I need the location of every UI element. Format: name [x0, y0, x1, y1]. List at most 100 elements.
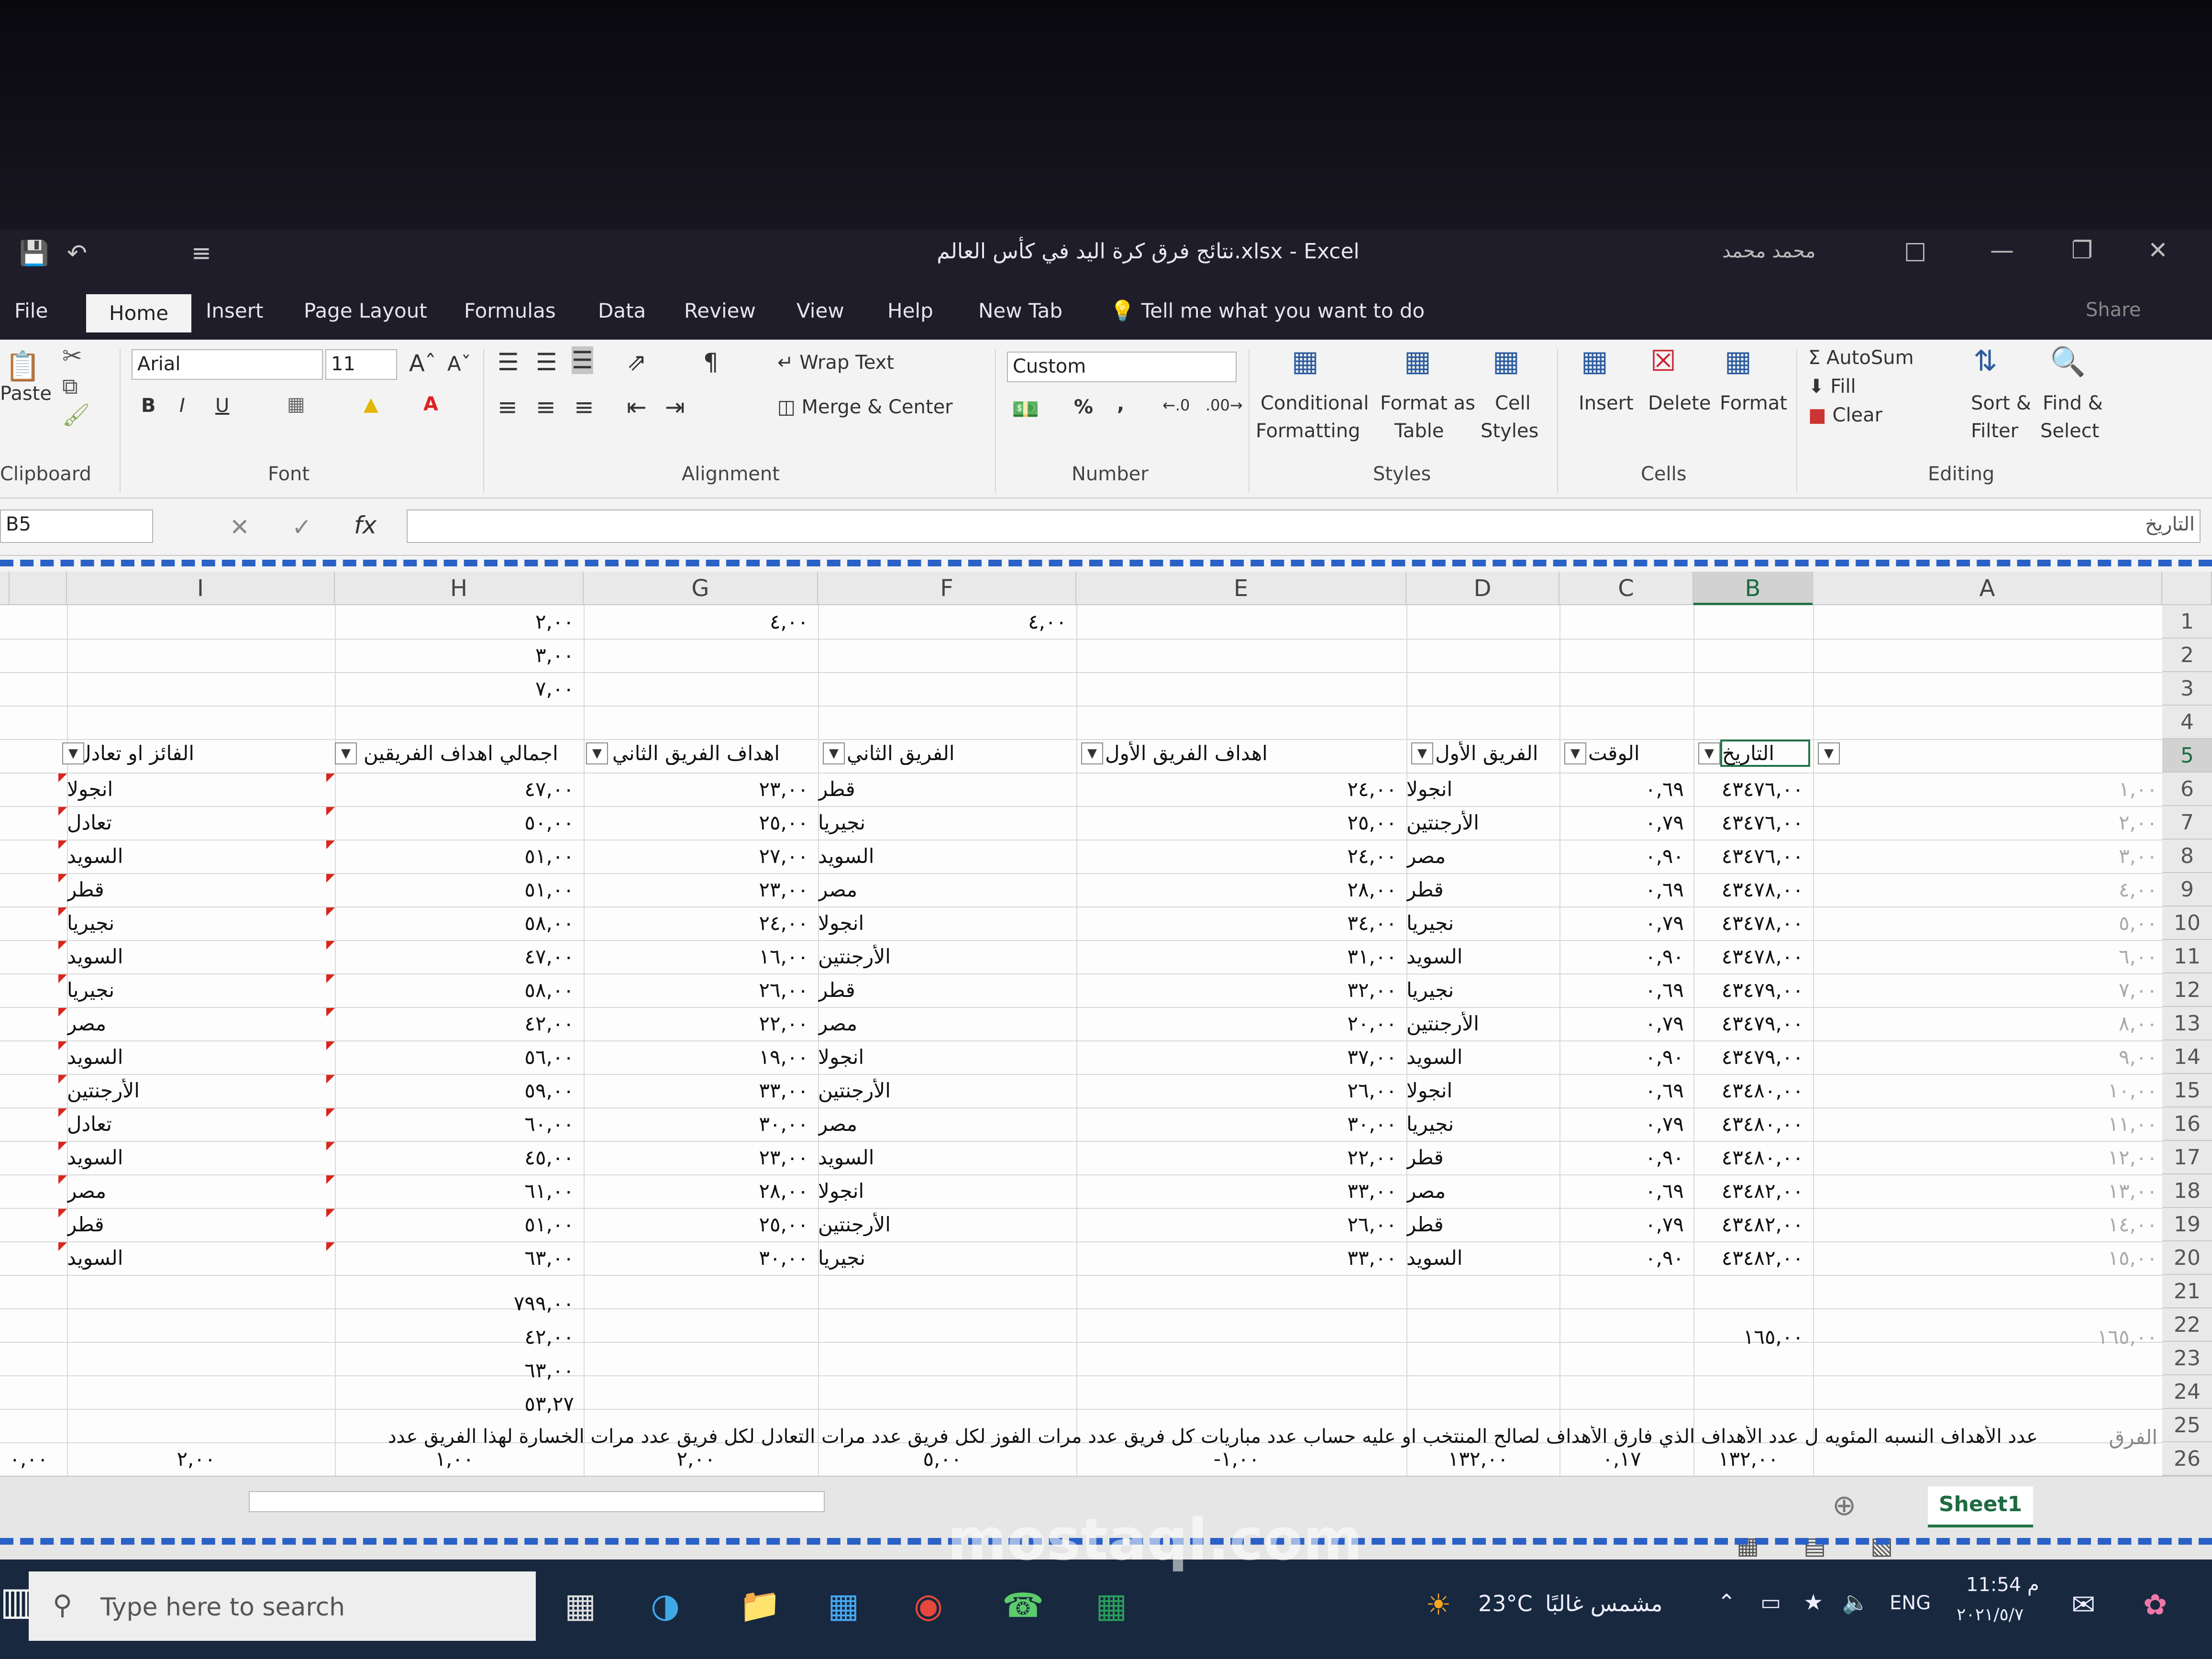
cell-a[interactable]: ١١,٠٠ — [2004, 1112, 2157, 1136]
header-date[interactable]: التاريخ — [1720, 740, 1810, 767]
cell-g[interactable]: ١٩,٠٠ — [584, 1045, 808, 1069]
cell-e[interactable]: ٢٢,٠٠ — [1076, 1146, 1397, 1169]
delete-cells-icon[interactable]: ☒ — [1650, 344, 1676, 378]
copy-icon[interactable]: ⧉ — [62, 373, 78, 400]
cell-b[interactable]: ٤٣٤٧٩,٠٠ — [1693, 1012, 1803, 1035]
cell-b[interactable]: ٤٣٤٧٩,٠٠ — [1693, 1045, 1803, 1069]
taskbar-search-box[interactable]: ⚲ Type here to search — [29, 1571, 536, 1641]
cell-c[interactable]: ٠,٧٩ — [1559, 1012, 1684, 1035]
cell-a[interactable]: ١,٠٠ — [2004, 777, 2157, 801]
row-header[interactable]: 25 — [2162, 1409, 2212, 1442]
tab-home[interactable]: Home — [86, 294, 192, 332]
cell-i[interactable]: مصر — [67, 1012, 325, 1035]
decrease-font-icon[interactable]: Aˇ — [447, 352, 471, 376]
comment-indicator[interactable] — [58, 1142, 67, 1150]
cell-row26[interactable]: ٠,١٧ — [1559, 1447, 1684, 1471]
cell-e[interactable]: ٢٥,٠٠ — [1076, 811, 1397, 834]
name-box[interactable]: B5 — [0, 509, 153, 543]
cancel-icon[interactable]: ✕ — [230, 513, 250, 541]
sort-filter-label-2[interactable]: Filter — [1971, 420, 2018, 442]
row-header[interactable]: 9 — [2162, 873, 2212, 907]
cell-i[interactable]: السويد — [67, 945, 325, 968]
cell-c[interactable]: ٠,٦٩ — [1559, 1079, 1684, 1102]
cell-d[interactable]: السويد — [1406, 1045, 1550, 1069]
align-right-icon[interactable]: ≡ — [574, 393, 594, 421]
borders-icon[interactable]: ▦ — [287, 393, 305, 415]
row-header[interactable]: 14 — [2162, 1040, 2212, 1074]
filter-dropdown-c[interactable]: ▼ — [1564, 742, 1586, 764]
cut-icon[interactable]: ✂ — [62, 342, 82, 370]
cell-b[interactable]: ٤٣٤٨٠,٠٠ — [1693, 1079, 1803, 1102]
row-header[interactable]: 3 — [2162, 672, 2212, 706]
cell-h[interactable]: ٥٠,٠٠ — [335, 811, 574, 834]
cell-f[interactable]: الأرجنتين — [818, 1213, 1067, 1236]
clear-button[interactable]: ■ Clear — [1808, 404, 1882, 426]
comment-indicator[interactable] — [58, 841, 67, 849]
column-header-a[interactable]: A — [1813, 572, 2162, 605]
column-header-g[interactable]: G — [584, 572, 818, 605]
cell-row26[interactable]: ١٣٢,٠٠ — [1693, 1447, 1803, 1471]
cell-f[interactable]: السويد — [818, 844, 1067, 868]
cell-e[interactable]: ٢٦,٠٠ — [1076, 1213, 1397, 1236]
save-icon[interactable]: 💾 — [19, 239, 49, 267]
tab-formulas[interactable]: Formulas — [464, 299, 556, 322]
cell-h24[interactable]: ٥٣,٢٧ — [335, 1392, 574, 1416]
cell-c[interactable]: ٠,٦٩ — [1559, 978, 1684, 1002]
cell-a[interactable]: ٢,٠٠ — [2004, 811, 2157, 834]
row-header[interactable]: 19 — [2162, 1208, 2212, 1241]
insert-cells-label[interactable]: Insert — [1579, 392, 1634, 414]
cell-d[interactable]: نجيريا — [1406, 1112, 1550, 1136]
increase-font-icon[interactable]: Aˆ — [409, 350, 436, 377]
comment-indicator[interactable] — [58, 941, 67, 950]
cell-i[interactable]: انجولا — [67, 777, 325, 801]
formula-input[interactable]: التاريخ — [407, 509, 2201, 543]
cell-i[interactable]: السويد — [67, 1146, 325, 1169]
cell-i[interactable]: السويد — [67, 844, 325, 868]
column-header-e[interactable]: E — [1076, 572, 1406, 605]
paste-label[interactable]: Paste — [0, 383, 52, 405]
column-header-d[interactable]: D — [1406, 572, 1559, 605]
cell-a[interactable]: ١٥,٠٠ — [2004, 1246, 2157, 1270]
cell-h22[interactable]: ٤٢,٠٠ — [335, 1325, 574, 1349]
cell-d[interactable]: قطر — [1406, 1146, 1550, 1169]
cell-g[interactable]: ٢٨,٠٠ — [584, 1179, 808, 1203]
excel-icon[interactable]: ▦ — [1095, 1586, 1127, 1625]
increase-decimal-icon[interactable]: ←.0 — [1162, 396, 1190, 414]
row-header[interactable]: 21 — [2162, 1275, 2212, 1308]
cell-b[interactable]: ٤٣٤٧٦,٠٠ — [1693, 777, 1803, 801]
cell-g[interactable]: ٣٠,٠٠ — [584, 1112, 808, 1136]
comment-indicator[interactable] — [58, 1242, 67, 1251]
cell-b[interactable]: ٤٣٤٨٠,٠٠ — [1693, 1112, 1803, 1136]
comment-indicator[interactable] — [326, 1175, 335, 1184]
cell-h[interactable]: ٦٣,٠٠ — [335, 1246, 574, 1270]
file-explorer-icon[interactable]: 📁 — [739, 1586, 781, 1626]
autosum-button[interactable]: Σ AutoSum — [1808, 347, 1914, 369]
cell-d[interactable]: الأرجنتين — [1406, 1012, 1550, 1035]
cell-f[interactable]: مصر — [818, 1112, 1067, 1136]
find-select-label-2[interactable]: Select — [2040, 420, 2099, 442]
cell-d[interactable]: انجولا — [1406, 1079, 1550, 1102]
column-header-f[interactable]: F — [818, 572, 1076, 605]
cell-i[interactable]: نجيريا — [67, 978, 325, 1002]
cell-c[interactable]: ٠,٧٩ — [1559, 911, 1684, 935]
cell-f[interactable]: قطر — [818, 978, 1067, 1002]
cell-g[interactable]: ٢٣,٠٠ — [584, 777, 808, 801]
comment-indicator[interactable] — [58, 1075, 67, 1084]
comment-indicator[interactable] — [326, 1075, 335, 1084]
cell-e[interactable]: ٣٧,٠٠ — [1076, 1045, 1397, 1069]
cell-f[interactable]: انجولا — [818, 911, 1067, 935]
sort-filter-label-1[interactable]: Sort & — [1971, 392, 2031, 414]
font-name-select[interactable]: Arial — [132, 349, 323, 380]
cell-i[interactable]: تعادل — [67, 811, 325, 834]
cell-c[interactable]: ٠,٩٠ — [1559, 1146, 1684, 1169]
cell-e[interactable]: ٣٢,٠٠ — [1076, 978, 1397, 1002]
cell-h[interactable]: ٥٨,٠٠ — [335, 978, 574, 1002]
horizontal-scrollbar[interactable] — [249, 1491, 825, 1512]
cell-f[interactable]: انجولا — [818, 1179, 1067, 1203]
format-as-table-label-1[interactable]: Format as — [1380, 392, 1475, 414]
sheet-tab-sheet1[interactable]: Sheet1 — [1928, 1486, 2033, 1527]
fill-color-icon[interactable]: ▲ — [364, 393, 378, 415]
filter-dropdown-b[interactable]: ▼ — [1698, 742, 1720, 764]
number-format-select[interactable]: Custom — [1007, 352, 1237, 382]
cell-row26[interactable]: -١,٠٠ — [1076, 1447, 1397, 1471]
